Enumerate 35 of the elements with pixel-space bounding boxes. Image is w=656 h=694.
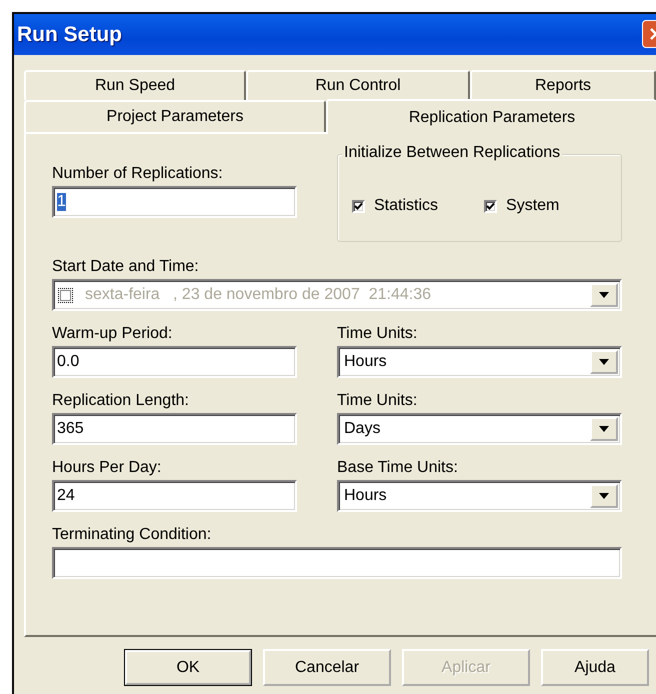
field-label: Warm-up Period: bbox=[52, 325, 174, 343]
field-label: Number of Replications: bbox=[52, 165, 224, 183]
caret-icon bbox=[599, 292, 609, 298]
field-label: Hours Per Day: bbox=[52, 459, 162, 477]
tab[interactable]: Reports bbox=[470, 70, 656, 100]
input-field[interactable]: 24 bbox=[52, 480, 297, 512]
field-label: Replication Length: bbox=[52, 392, 190, 410]
caret-icon bbox=[599, 426, 609, 432]
field-label: Time Units: bbox=[337, 325, 418, 343]
checkbox-label: System bbox=[506, 197, 560, 215]
field-label: Start Date and Time: bbox=[52, 258, 200, 276]
window-title: Run Setup bbox=[17, 22, 122, 46]
field-label: Terminating Condition: bbox=[52, 526, 212, 544]
tab[interactable]: Project Parameters bbox=[24, 100, 326, 132]
dropdown[interactable]: Hours bbox=[337, 346, 622, 378]
dialog-button[interactable]: OK bbox=[124, 649, 252, 686]
group-title: Initialize Between Replications bbox=[342, 144, 562, 162]
input-field[interactable] bbox=[52, 547, 622, 579]
field-label: Base Time Units: bbox=[337, 459, 459, 477]
dropdown[interactable]: Days bbox=[337, 413, 622, 445]
field-label: Time Units: bbox=[337, 392, 418, 410]
tab[interactable]: Run Control bbox=[246, 70, 470, 100]
dialog-button[interactable]: Cancelar bbox=[263, 649, 391, 686]
dropdown[interactable]: Hours bbox=[337, 480, 622, 512]
checkbox[interactable] bbox=[352, 200, 365, 212]
checkbox[interactable] bbox=[484, 200, 498, 212]
input-field[interactable]: 1 bbox=[52, 186, 297, 218]
input-field[interactable]: 0.0 bbox=[52, 346, 297, 378]
input-field[interactable]: 365 bbox=[52, 413, 297, 445]
caret-icon bbox=[599, 493, 609, 499]
caret-icon bbox=[599, 359, 609, 365]
checkbox-label: Statistics bbox=[374, 197, 438, 215]
tab[interactable]: Run Speed bbox=[24, 70, 246, 100]
tab[interactable]: Replication Parameters bbox=[326, 99, 656, 134]
dialog-button[interactable]: Ajuda bbox=[541, 649, 649, 686]
